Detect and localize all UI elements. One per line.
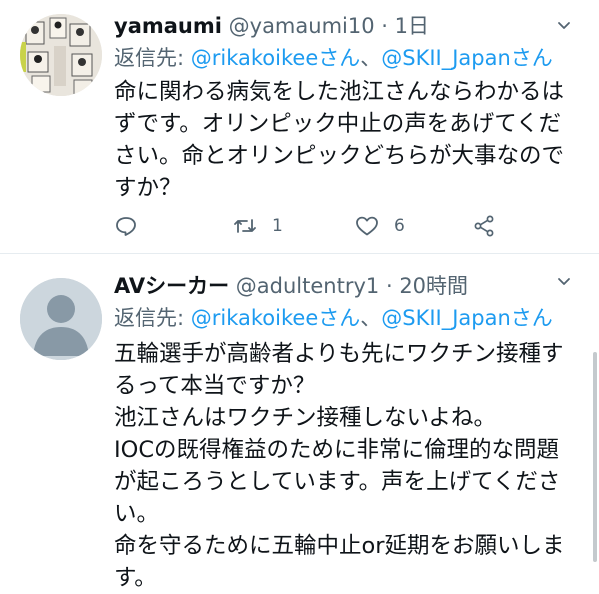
avatar[interactable]	[20, 278, 102, 360]
tweet-text: 命に関わる病気をした池江さんならわかるは ずです。オリンピック中止の声をあげてく…	[114, 79, 565, 201]
avatar[interactable]	[20, 14, 102, 96]
separator: ·	[385, 274, 393, 298]
display-name[interactable]: yamaumi	[114, 14, 222, 38]
reply-to: 返信先: @rikakoikeeさん、@SKII_Japanさん	[114, 304, 553, 332]
retweet-count: 1	[272, 216, 283, 236]
tweet-header: yamaumi @yamaumi10 · 1日	[114, 12, 429, 40]
reply-to: 返信先: @rikakoikeeさん、@SKII_Japanさん	[114, 44, 553, 72]
separator: ·	[381, 14, 388, 38]
like-count: 6	[394, 216, 405, 236]
timestamp[interactable]: 1日	[395, 14, 429, 38]
mention-link[interactable]: @SKII_Japanさん	[381, 46, 553, 70]
more-options-icon[interactable]	[551, 268, 577, 294]
mention-link[interactable]: @rikakoikeeさん	[191, 46, 360, 70]
reply-button[interactable]	[114, 210, 138, 242]
tweet-text: 五輪選手が高齢者よりも先にワクチン接種す るって本当ですか？ 池江さんはワクチン…	[114, 341, 565, 591]
more-options-icon[interactable]	[551, 12, 577, 38]
user-handle[interactable]: @yamaumi10	[229, 14, 375, 38]
user-handle[interactable]: @adultentry1	[236, 274, 379, 298]
reply-prefix: 返信先:	[114, 46, 191, 70]
tweet[interactable]: yamaumi @yamaumi10 · 1日 返信先: @rikakoikee…	[0, 0, 599, 253]
scrollbar[interactable]	[593, 352, 597, 562]
tweet-actions: 1 6	[114, 210, 584, 242]
display-name[interactable]: AVシーカー	[114, 274, 229, 298]
share-button[interactable]	[472, 210, 496, 242]
like-button[interactable]: 6	[354, 210, 405, 242]
retweet-button[interactable]: 1	[232, 210, 283, 242]
tweet[interactable]: AVシーカー @adultentry1 · 20時間 返信先: @rikakoi…	[0, 254, 599, 591]
mention-joiner: 、	[360, 306, 382, 330]
timestamp[interactable]: 20時間	[399, 274, 468, 298]
reply-prefix: 返信先:	[114, 306, 191, 330]
share-icon	[474, 215, 494, 237]
mention-link[interactable]: @rikakoikeeさん	[191, 306, 360, 330]
mention-link[interactable]: @SKII_Japanさん	[381, 306, 553, 330]
mention-joiner: 、	[360, 46, 382, 70]
retweet-icon	[234, 219, 256, 233]
reply-icon	[116, 217, 136, 236]
heart-icon	[356, 216, 378, 236]
tweet-header: AVシーカー @adultentry1 · 20時間	[114, 272, 468, 300]
